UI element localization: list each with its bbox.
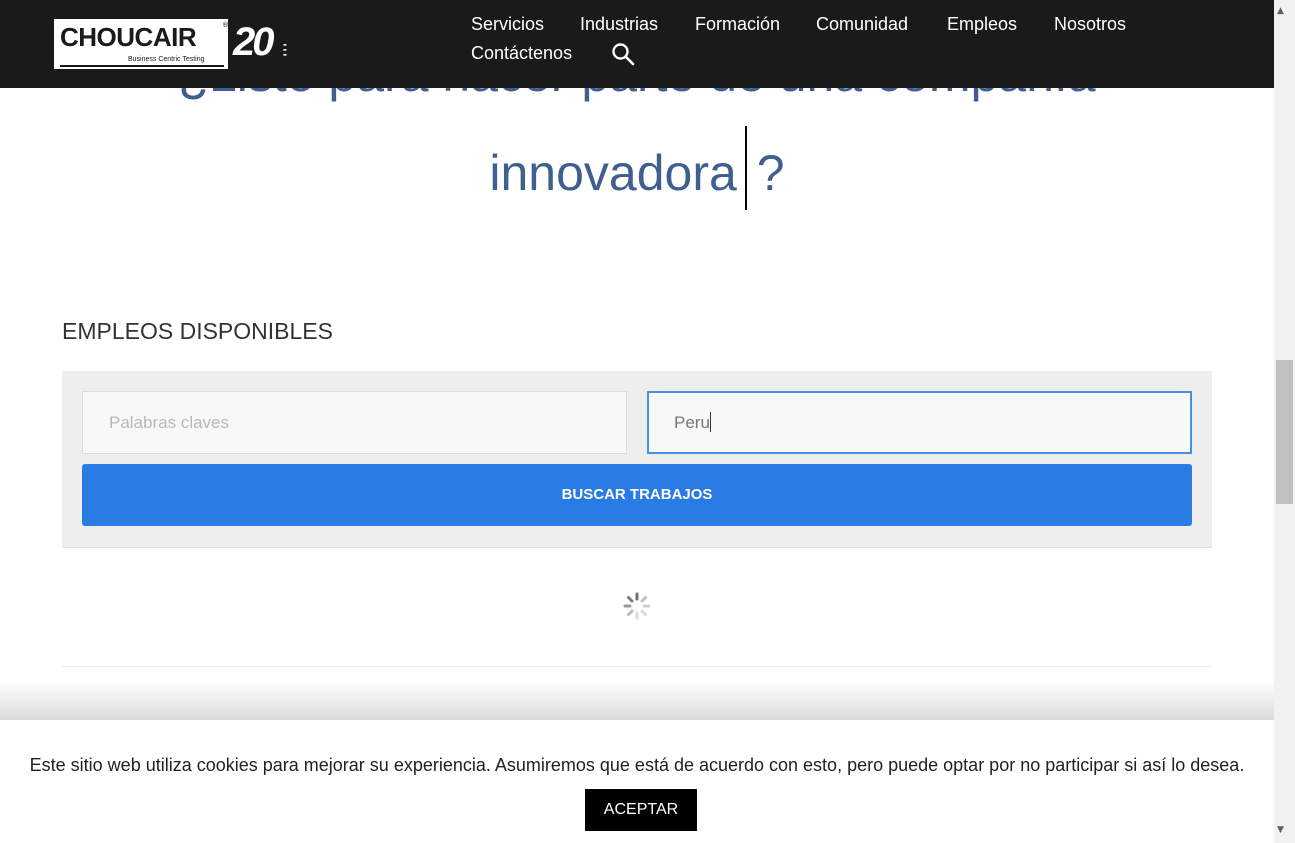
choucair-logo[interactable]: CHOUCAIR ® Business Centric Testing — [52, 17, 230, 71]
scroll-down-arrow-icon[interactable]: ▼ — [1277, 825, 1284, 835]
jobs-section-title: EMPLEOS DISPONIBLES — [62, 318, 333, 344]
location-input[interactable]: Peru — [647, 391, 1192, 454]
hero-line-2: innovadora? — [0, 126, 1274, 210]
input-caret — [709, 412, 711, 432]
cookie-consent-bar: Este sitio web utiliza cookies para mejo… — [0, 720, 1274, 843]
section-divider — [62, 666, 1212, 667]
cookie-text: Este sitio web utiliza cookies para mejo… — [20, 743, 1254, 832]
keywords-input[interactable]: Palabras claves — [82, 391, 627, 454]
anniversary-badge: 20 — [233, 20, 274, 64]
nav-item-empleos[interactable]: Empleos — [947, 14, 1017, 35]
registered-mark: ® — [222, 21, 229, 29]
nav-item-formacion[interactable]: Formación — [695, 14, 780, 35]
cookie-message: Este sitio web utiliza cookies para mejo… — [29, 755, 1245, 775]
scroll-up-arrow-icon[interactable]: ▲ — [1277, 6, 1284, 16]
nav-item-industrias[interactable]: Industrias — [580, 14, 658, 35]
loading-spinner-icon — [623, 592, 651, 620]
nav-item-comunidad[interactable]: Comunidad — [816, 14, 908, 35]
job-search-panel: Palabras claves Peru BUSCAR TRABAJOS — [62, 371, 1212, 548]
hero-typed-word: innovadora — [489, 145, 737, 201]
search-icon[interactable] — [611, 42, 635, 66]
nav-item-contactenos[interactable]: Contáctenos — [471, 43, 572, 64]
nav-item-servicios[interactable]: Servicios — [471, 14, 544, 35]
location-value: Peru — [674, 413, 710, 432]
scrollbar-thumb[interactable] — [1276, 360, 1293, 504]
hero-suffix: ? — [756, 145, 785, 201]
site-header: CHOUCAIR ® Business Centric Testing 20 ▬… — [0, 0, 1274, 88]
typing-caret — [744, 126, 747, 210]
logo-wordmark: CHOUCAIR — [60, 22, 197, 52]
logo-underline — [60, 65, 224, 67]
logo-tagline: Business Centric Testing — [128, 56, 205, 63]
cookie-bar-shadow — [0, 680, 1274, 720]
anniversary-badge-detail: ▬ ▬ ▬ — [283, 42, 287, 57]
keywords-placeholder: Palabras claves — [109, 413, 230, 432]
accept-cookies-button[interactable]: ACEPTAR — [584, 789, 698, 832]
search-jobs-button[interactable]: BUSCAR TRABAJOS — [82, 464, 1192, 526]
nav-item-nosotros[interactable]: Nosotros — [1054, 14, 1126, 35]
